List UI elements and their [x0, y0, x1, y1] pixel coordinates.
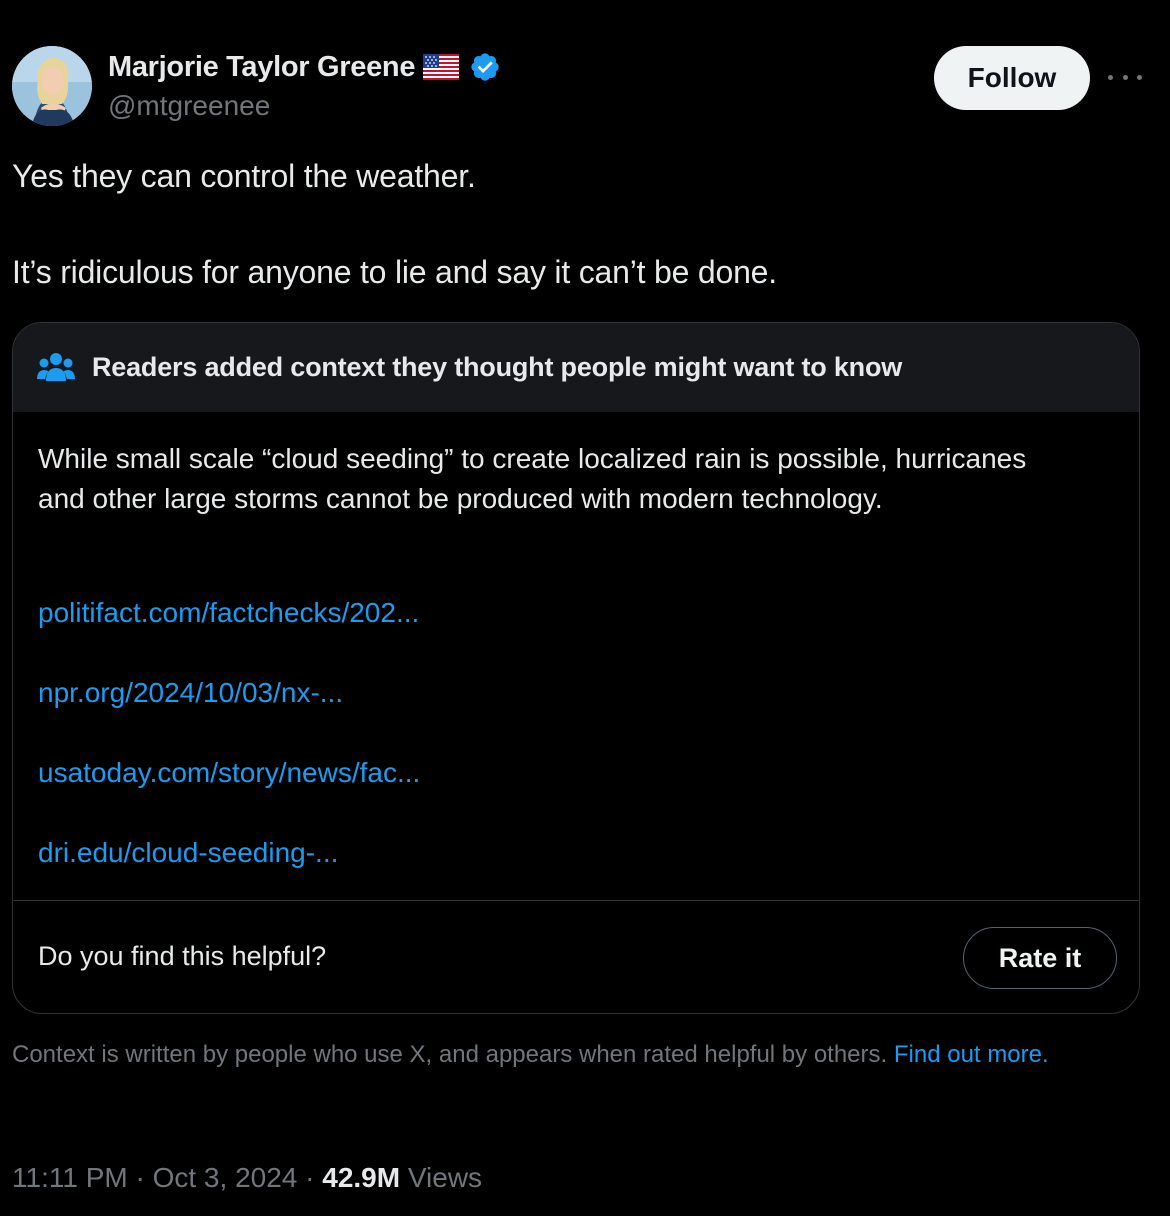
note-source-link[interactable]: politifact.com/factchecks/202...: [38, 597, 419, 629]
follow-button[interactable]: Follow: [934, 46, 1090, 110]
tweet-date[interactable]: Oct 3, 2024: [153, 1162, 298, 1193]
tweet-meta: 11:11 PM · Oct 3, 2024 · 42.9M Views: [12, 1162, 482, 1194]
note-source-link[interactable]: dri.edu/cloud-seeding-...: [38, 837, 338, 869]
community-note-header: Readers added context they thought peopl…: [13, 323, 1139, 412]
views-count[interactable]: 42.9M: [322, 1162, 400, 1193]
community-note: Readers added context they thought peopl…: [12, 322, 1140, 1014]
author-name-row[interactable]: Marjorie Taylor Greene: [108, 48, 501, 86]
find-out-more-link[interactable]: Find out more.: [894, 1041, 1049, 1068]
views-label: Views: [407, 1162, 483, 1193]
meta-separator: ·: [135, 1162, 145, 1193]
us-flag-icon: [423, 54, 460, 80]
avatar-image: [12, 46, 92, 126]
tweet-time[interactable]: 11:11 PM: [12, 1162, 128, 1193]
helpful-question: Do you find this helpful?: [38, 941, 327, 971]
divider: [13, 900, 1139, 901]
disclaimer-text: Context is written by people who use X, …: [12, 1041, 888, 1068]
tweet-text-line-2: It’s ridiculous for anyone to lie and sa…: [12, 254, 777, 290]
note-source-link[interactable]: usatoday.com/story/news/fac...: [38, 757, 420, 789]
note-source-link[interactable]: npr.org/2024/10/03/nx-...: [38, 677, 343, 709]
meta-separator: ·: [305, 1162, 315, 1193]
note-disclaimer: Context is written by people who use X, …: [12, 1039, 1122, 1071]
tweet-text-line-1: Yes they can control the weather.: [12, 158, 476, 194]
rate-it-button[interactable]: Rate it: [963, 927, 1117, 989]
tweet: Marjorie Taylor Greene @mtgreenee Follow…: [0, 0, 1170, 1216]
verified-badge-icon[interactable]: [469, 51, 501, 83]
community-note-title: Readers added context they thought peopl…: [92, 352, 903, 382]
avatar[interactable]: [12, 46, 92, 126]
people-icon: [37, 351, 75, 385]
author-name[interactable]: Marjorie Taylor Greene: [108, 51, 415, 84]
more-dots-icon[interactable]: [1108, 62, 1142, 92]
community-note-body: While small scale “cloud seeding” to cre…: [38, 443, 1027, 514]
author-handle[interactable]: @mtgreenee: [108, 90, 270, 122]
